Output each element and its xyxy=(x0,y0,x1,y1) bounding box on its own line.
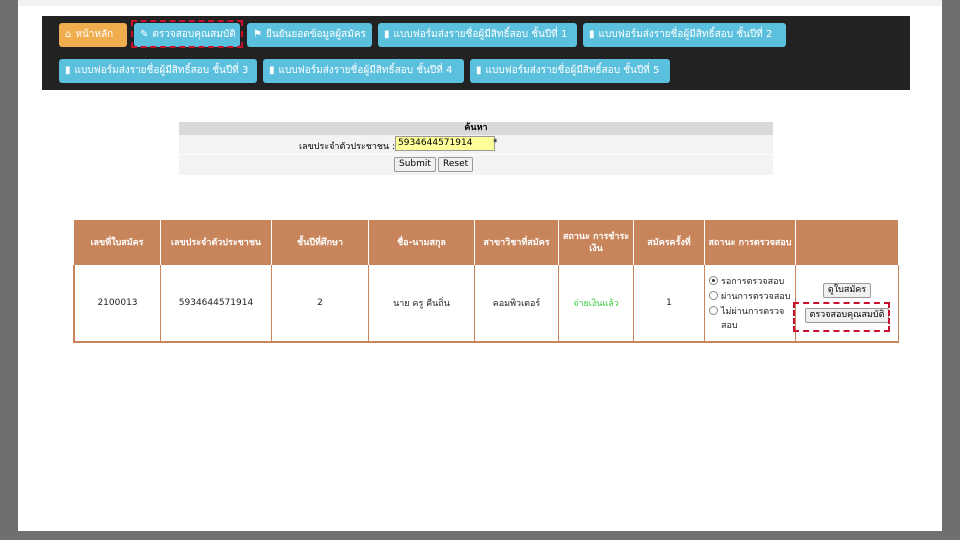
header-check-status: สถานะ การตรวจสอบ xyxy=(704,220,796,265)
document-icon: ▮ xyxy=(269,65,275,76)
header-name: ชื่อ-นามสกุล xyxy=(368,220,475,265)
cell-name: นาย ครู คืนถิ่น xyxy=(368,265,475,343)
status-option-failed[interactable]: ไม่ผ่านการตรวจสอบ xyxy=(709,304,791,332)
status-option-label: ไม่ผ่านการตรวจสอบ xyxy=(721,307,785,331)
nav-confirm-info-button[interactable]: ⚑ ยืนยันยอดข้อมูลผู้สมัคร xyxy=(247,23,372,47)
home-icon: ⌂ xyxy=(65,29,72,40)
nav-form-year1-button[interactable]: ▮ แบบฟอร์มส่งรายชื่อผู้มีสิทธิ์สอบ ชั้นป… xyxy=(378,23,577,47)
citizen-id-label: เลขประจำตัวประชาชน : xyxy=(299,142,396,152)
document-icon: ▮ xyxy=(65,65,71,76)
top-navbar: ⌂ หน้าหลัก ✎ ตรวจสอบคุณสมบัติ ⚑ ยืนยันยอ… xyxy=(42,16,910,90)
check-qualification-button[interactable]: ตรวจสอบคุณสมบัติ xyxy=(804,308,890,323)
document-icon: ▮ xyxy=(384,29,390,40)
nav-home-label: หน้าหลัก xyxy=(75,29,114,40)
nav-home-button[interactable]: ⌂ หน้าหลัก xyxy=(59,23,127,47)
cell-payment-status: จ่ายเงินแล้ว xyxy=(558,265,634,343)
nav-confirm-info-label: ยืนยันยอดข้อมูลผู้สมัคร xyxy=(265,29,366,40)
nav-form-year3-label: แบบฟอร์มส่งรายชื่อผู้มีสิทธิ์สอบ ชั้นปีท… xyxy=(74,65,249,76)
cell-attempt: 1 xyxy=(633,265,705,343)
header-attempt: สมัครครั้งที่ xyxy=(633,220,705,265)
search-title: ค้นหา xyxy=(179,122,773,135)
header-payment-status: สถานะ การชำระเงิน xyxy=(558,220,634,265)
header-application-no: เลขที่ใบสมัคร xyxy=(74,220,161,265)
view-application-button[interactable]: ดูใบสมัคร xyxy=(822,283,872,298)
cell-citizen-id: 5934644571914 xyxy=(160,265,272,343)
submit-button[interactable]: Submit xyxy=(394,157,436,172)
header-citizen-id: เลขประจำตัวประชาชน xyxy=(160,220,272,265)
search-buttons-row: Submit Reset xyxy=(179,155,773,175)
radio-failed[interactable] xyxy=(709,306,718,315)
reset-button[interactable]: Reset xyxy=(438,157,474,172)
cell-major: คอมพิวเตอร์ xyxy=(474,265,559,343)
nav-form-year4-button[interactable]: ▮ แบบฟอร์มส่งรายชื่อผู้มีสิทธิ์สอบ ชั้นป… xyxy=(263,59,464,83)
edit-icon: ✎ xyxy=(140,29,149,40)
header-actions xyxy=(795,220,899,265)
status-option-label: ผ่านการตรวจสอบ xyxy=(721,292,791,302)
header-major: สาขาวิชาที่สมัคร xyxy=(474,220,559,265)
radio-passed[interactable] xyxy=(709,291,718,300)
document-icon: ▮ xyxy=(476,65,482,76)
table-row: 2100013 5934644571914 2 นาย ครู คืนถิ่น … xyxy=(73,265,899,343)
header-year: ชั้นปีที่ศึกษา xyxy=(271,220,369,265)
table-header-row: เลขที่ใบสมัคร เลขประจำตัวประชาชน ชั้นปีท… xyxy=(74,220,899,265)
applicant-table: เลขที่ใบสมัคร เลขประจำตัวประชาชน ชั้นปีท… xyxy=(73,220,899,343)
nav-form-year4-label: แบบฟอร์มส่งรายชื่อผู้มีสิทธิ์สอบ ชั้นปีท… xyxy=(278,65,453,76)
status-option-pending[interactable]: รอการตรวจสอบ xyxy=(709,274,791,288)
flag-icon: ⚑ xyxy=(253,29,262,40)
search-id-row: เลขประจำตัวประชาชน : * xyxy=(179,135,773,154)
document-icon: ▮ xyxy=(589,29,595,40)
nav-form-year2-label: แบบฟอร์มส่งรายชื่อผู้มีสิทธิ์สอบ ชั้นปีท… xyxy=(598,29,773,40)
nav-form-year5-label: แบบฟอร์มส่งรายชื่อผู้มีสิทธิ์สอบ ชั้นปีท… xyxy=(485,65,660,76)
nav-check-qualification-label: ตรวจสอบคุณสมบัติ xyxy=(152,29,236,40)
nav-check-qualification-button[interactable]: ✎ ตรวจสอบคุณสมบัติ xyxy=(134,23,240,47)
cell-actions: ดูใบสมัคร ตรวจสอบคุณสมบัติ xyxy=(795,265,899,343)
nav-form-year3-button[interactable]: ▮ แบบฟอร์มส่งรายชื่อผู้มีสิทธิ์สอบ ชั้นป… xyxy=(59,59,257,83)
status-option-passed[interactable]: ผ่านการตรวจสอบ xyxy=(709,289,791,303)
cell-application-no: 2100013 xyxy=(73,265,161,343)
cell-check-status: รอการตรวจสอบ ผ่านการตรวจสอบ ไม่ผ่านการตร… xyxy=(704,265,796,343)
citizen-id-input[interactable] xyxy=(395,136,495,151)
radio-pending[interactable] xyxy=(709,276,718,285)
cell-year: 2 xyxy=(271,265,369,343)
required-mark: * xyxy=(493,138,498,148)
search-panel: ค้นหา เลขประจำตัวประชาชน : * Submit Rese… xyxy=(179,122,773,175)
nav-form-year2-button[interactable]: ▮ แบบฟอร์มส่งรายชื่อผู้มีสิทธิ์สอบ ชั้นป… xyxy=(583,23,786,47)
nav-form-year1-label: แบบฟอร์มส่งรายชื่อผู้มีสิทธิ์สอบ ชั้นปีท… xyxy=(393,29,568,40)
nav-form-year5-button[interactable]: ▮ แบบฟอร์มส่งรายชื่อผู้มีสิทธิ์สอบ ชั้นป… xyxy=(470,59,670,83)
status-option-label: รอการตรวจสอบ xyxy=(721,277,785,287)
